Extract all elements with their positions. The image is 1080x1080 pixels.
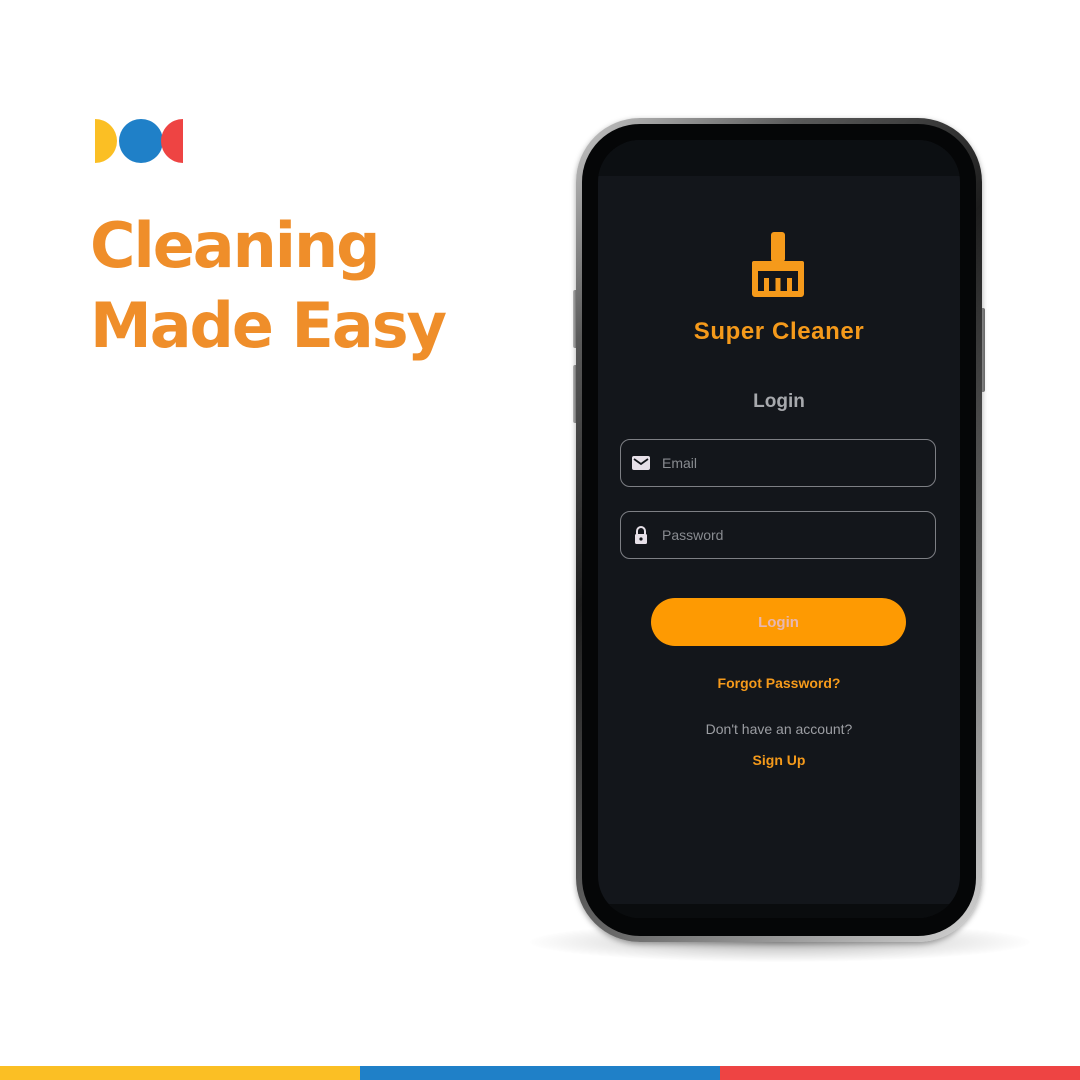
- password-input[interactable]: [662, 527, 935, 543]
- email-field[interactable]: [620, 439, 936, 487]
- app-screen: Super Cleaner Login Login Forgot Passwor…: [598, 140, 960, 918]
- app-title: Super Cleaner: [693, 318, 865, 345]
- mail-icon: [632, 456, 650, 470]
- lock-icon: [635, 526, 647, 544]
- email-input[interactable]: [662, 455, 935, 471]
- home-indicator-area: [598, 904, 960, 918]
- footer-bar-blue: [360, 1066, 720, 1080]
- headline-line-2: Made Easy: [90, 289, 447, 362]
- headline: Cleaning Made Easy: [90, 206, 447, 366]
- password-field[interactable]: [620, 511, 936, 559]
- sign-up-link[interactable]: Sign Up: [598, 752, 960, 768]
- headline-line-1: Cleaning: [90, 209, 381, 282]
- three-dot-logo-icon: [95, 118, 185, 164]
- forgot-password-link[interactable]: Forgot Password?: [598, 675, 960, 691]
- footer-bar-red: [720, 1066, 1080, 1080]
- broom-icon: [749, 230, 807, 298]
- screen-title: Login: [753, 391, 805, 412]
- no-account-text: Don't have an account?: [705, 721, 853, 737]
- status-bar: [598, 140, 960, 176]
- login-button[interactable]: Login: [651, 598, 906, 646]
- footer-color-bar: [0, 1066, 1080, 1080]
- footer-bar-yellow: [0, 1066, 360, 1080]
